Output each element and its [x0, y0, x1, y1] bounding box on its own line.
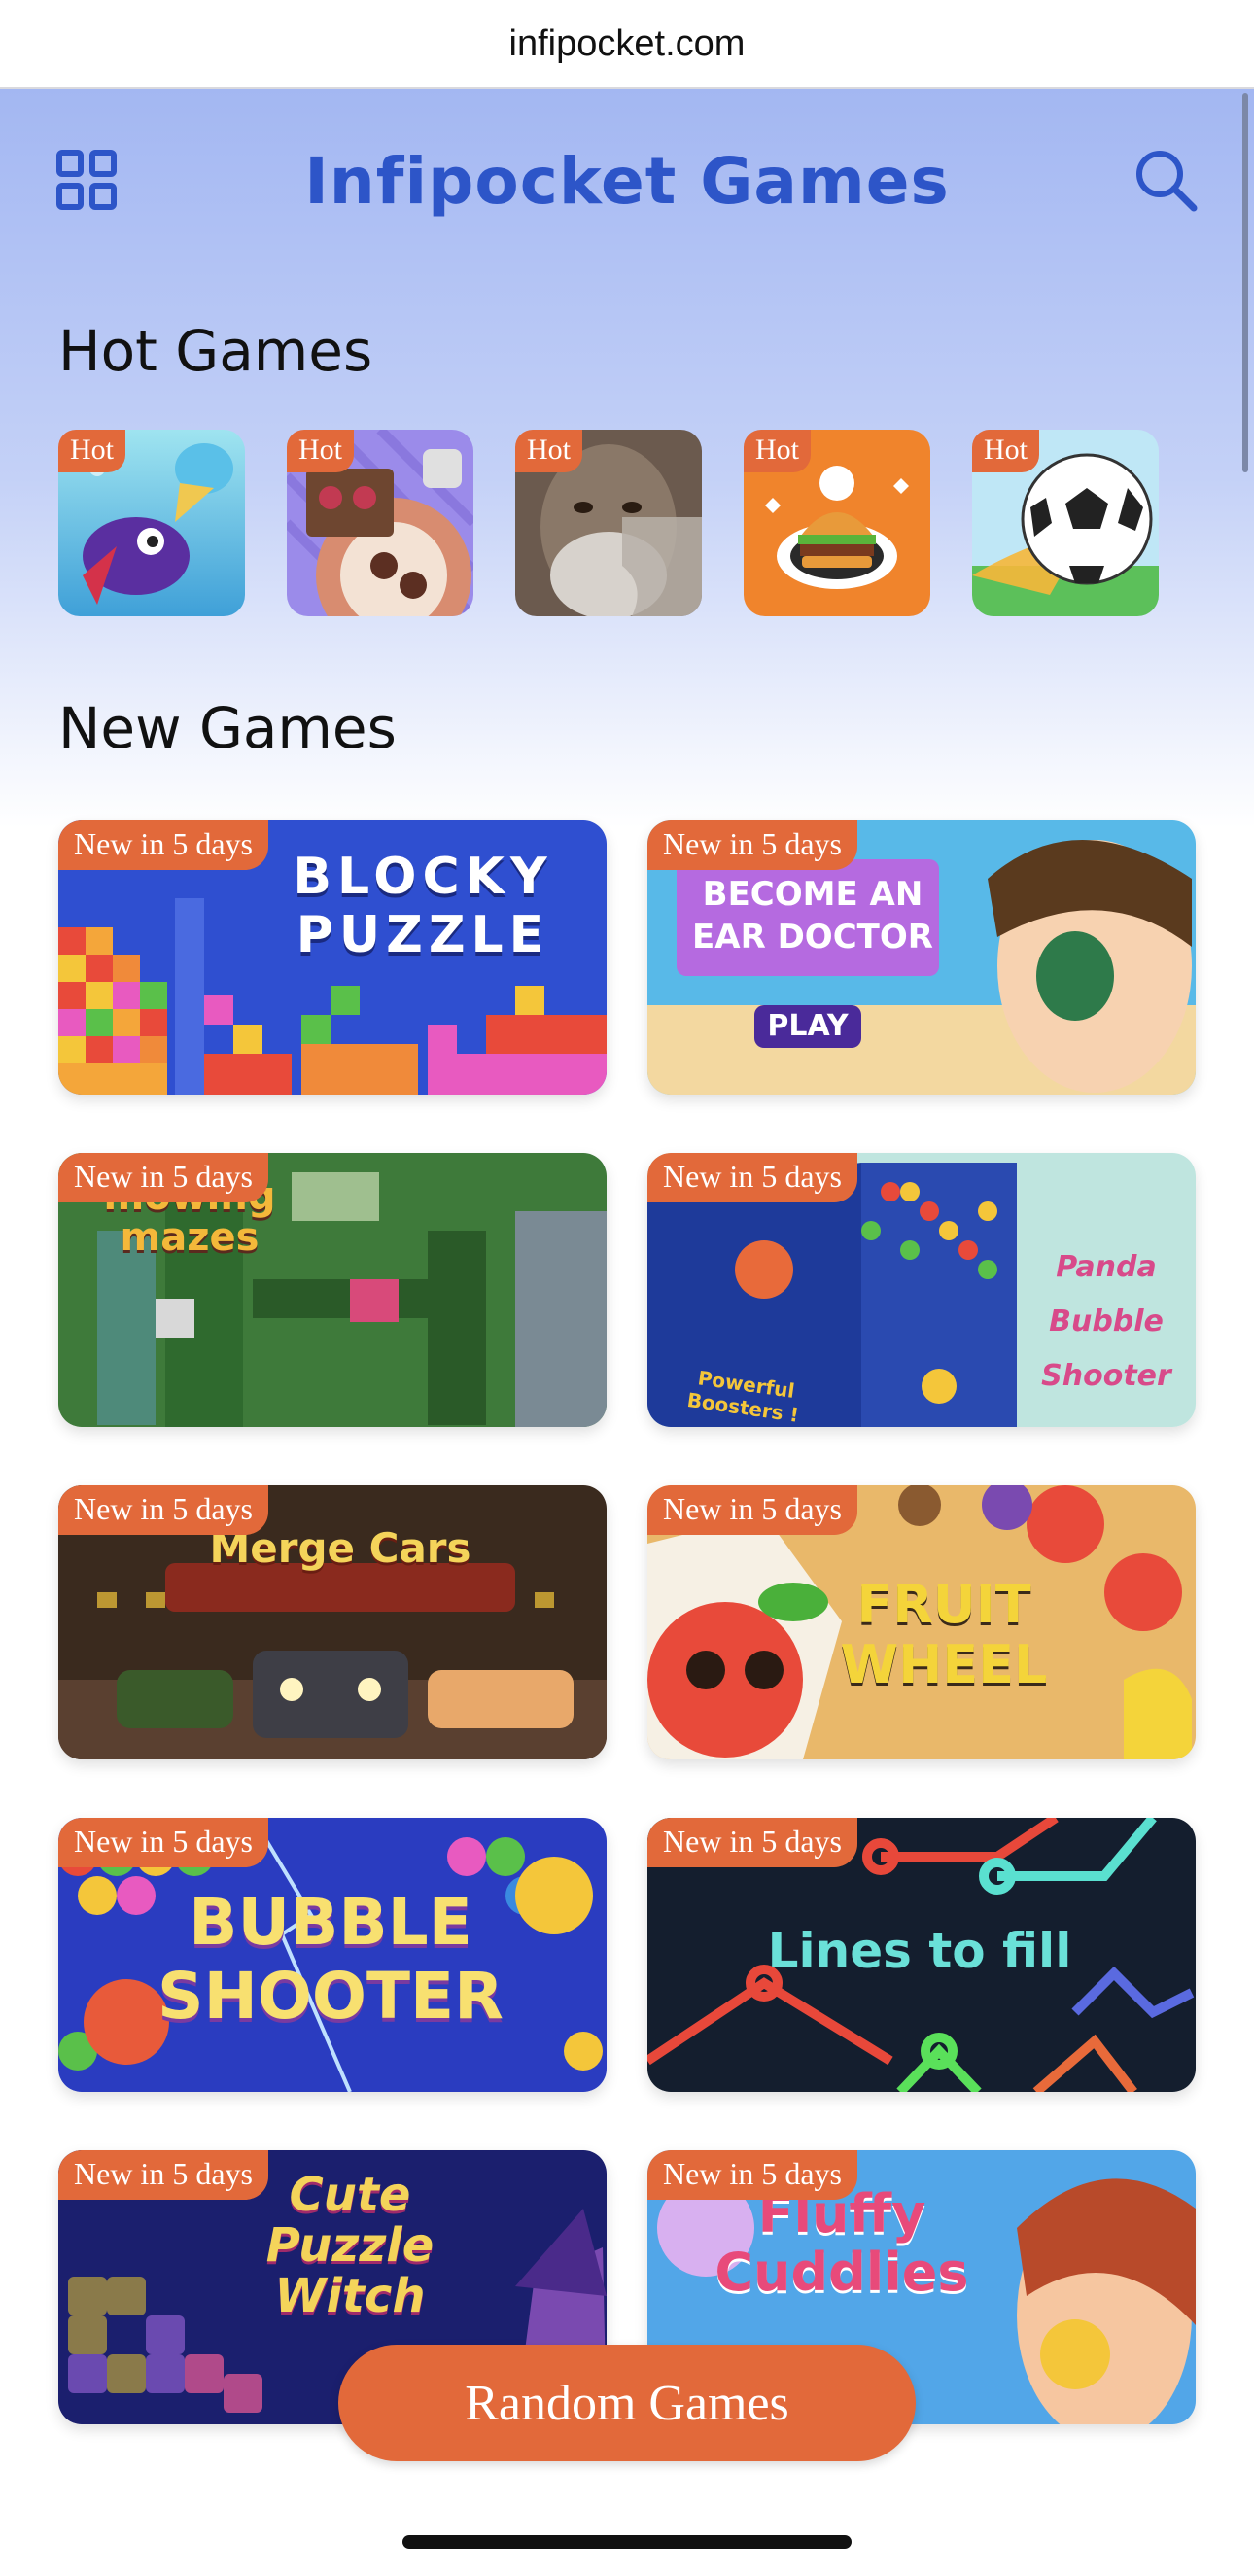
- hot-badge: Hot: [287, 430, 354, 472]
- grid-menu-icon[interactable]: [56, 150, 117, 210]
- new-badge: New in 5 days: [58, 2150, 268, 2200]
- game-card[interactable]: BECOME AN EAR DOCTOR PLAY New in 5 days: [647, 820, 1196, 1095]
- new-badge: New in 5 days: [58, 1485, 268, 1535]
- hot-game-tile[interactable]: Hot: [972, 430, 1159, 616]
- hot-game-tile[interactable]: Hot: [287, 430, 473, 616]
- search-icon[interactable]: [1133, 148, 1198, 212]
- url-text: infipocket.com: [508, 22, 746, 64]
- hot-games-row: Hot Hot Hot Hot Hot: [58, 430, 1225, 619]
- hot-game-tile[interactable]: Hot: [744, 430, 930, 616]
- game-title: BLOCKY PUZZLE: [293, 848, 553, 964]
- page-content: Infipocket Games Hot Games Hot Hot Hot H…: [0, 89, 1254, 2576]
- game-card[interactable]: Lines to fill New in 5 days: [647, 1818, 1196, 2092]
- game-title: Fluffy Cuddlies: [714, 2183, 969, 2303]
- new-badge: New in 5 days: [647, 820, 857, 870]
- game-title: BUBBLE SHOOTER: [157, 1885, 504, 2034]
- home-indicator[interactable]: [402, 2535, 852, 2549]
- new-badge: New in 5 days: [58, 820, 268, 870]
- game-card[interactable]: BLOCKY PUZZLE New in 5 days: [58, 820, 607, 1095]
- new-games-heading: New Games: [58, 695, 397, 761]
- random-games-button[interactable]: Random Games: [338, 2345, 916, 2461]
- hot-game-tile[interactable]: Hot: [58, 430, 245, 616]
- hot-badge: Hot: [744, 430, 811, 472]
- game-card[interactable]: Merge Cars New in 5 days: [58, 1485, 607, 1759]
- game-card[interactable]: FRUIT WHEEL New in 5 days: [647, 1485, 1196, 1759]
- new-badge: New in 5 days: [647, 1485, 857, 1535]
- address-bar[interactable]: infipocket.com: [0, 0, 1254, 89]
- hot-games-heading: Hot Games: [58, 318, 373, 384]
- game-title: FRUIT WHEEL: [840, 1574, 1048, 1695]
- game-title: BECOME AN EAR DOCTOR: [692, 875, 933, 957]
- game-card[interactable]: BUBBLE SHOOTER New in 5 days: [58, 1818, 607, 2092]
- site-header: Infipocket Games: [0, 128, 1254, 235]
- new-badge: New in 5 days: [647, 1153, 857, 1202]
- game-card[interactable]: mowing mazes New in 5 days: [58, 1153, 607, 1427]
- new-badge: New in 5 days: [647, 2150, 857, 2200]
- play-label: PLAY: [767, 1009, 849, 1043]
- site-logo[interactable]: Infipocket Games: [0, 128, 1254, 235]
- hot-badge: Hot: [972, 430, 1039, 472]
- game-title: Panda Bubble Shooter: [1041, 1250, 1171, 1393]
- hot-game-tile[interactable]: Hot: [515, 430, 702, 616]
- hot-badge: Hot: [58, 430, 125, 472]
- hot-badge: Hot: [515, 430, 582, 472]
- game-card[interactable]: Panda Bubble Shooter Powerful Boosters !…: [647, 1153, 1196, 1427]
- game-title: Lines to fill: [767, 1923, 1072, 1979]
- new-badge: New in 5 days: [647, 1818, 857, 1867]
- new-badge: New in 5 days: [58, 1818, 268, 1867]
- new-badge: New in 5 days: [58, 1153, 268, 1202]
